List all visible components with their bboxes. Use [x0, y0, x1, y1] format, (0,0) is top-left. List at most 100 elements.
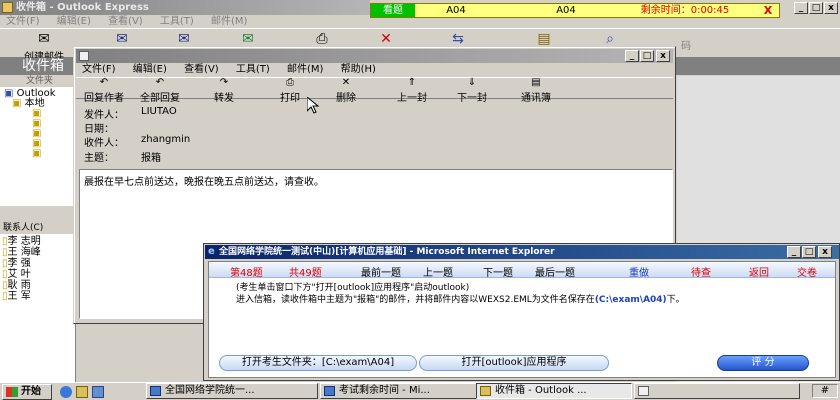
msg-menu-view[interactable]: 查看(V) [184, 64, 219, 75]
main-menu-file[interactable]: 文件(F) [6, 16, 40, 27]
taskbar-item-timer[interactable]: 考试剩余时间 - Mi... [320, 383, 492, 399]
question-number: 第48题 [230, 268, 263, 279]
reply-author-icon: ↶ [99, 77, 109, 88]
main-menu-view[interactable]: 查看(V) [108, 16, 143, 27]
main-maximize-button[interactable]: □ [809, 2, 823, 14]
open-outlook-button[interactable]: 打开[outlook]应用程序 [419, 355, 609, 371]
forward-msg-icon: ↷ [219, 77, 229, 88]
tree-subfolder[interactable]: ▣ [4, 149, 75, 159]
exam-code-2: A04 [556, 5, 576, 16]
msg-menu-message[interactable]: 邮件(M) [287, 64, 323, 75]
question-total: 共49题 [289, 268, 322, 279]
to-value: zhangmin [141, 134, 191, 145]
address-book-icon: ▤ [537, 31, 551, 47]
exam-status-badge: 看题 [371, 4, 415, 17]
next-msg-icon: ⇓ [467, 77, 477, 88]
find-icon: ⌕ [606, 31, 614, 47]
msg-menu-edit[interactable]: 编辑(E) [133, 64, 167, 75]
msg-menu-file[interactable]: 文件(F) [82, 64, 116, 75]
contact-item[interactable]: ▯耿 雨 [2, 280, 75, 291]
contact-item[interactable]: ▯艾 叶 [2, 269, 75, 280]
first-question-button[interactable]: 最前一题 [361, 264, 401, 279]
last-question-button[interactable]: 最后一题 [535, 264, 575, 279]
message-toolbar: ↶ 回复作者 ↶ 全部回复 ↷ 转发 ⎙ 打印 ✕ 删除 ⇑ 上一封 ⇓ 下一封 ▤ 通讯簿 [76, 77, 673, 104]
delete-icon: ✕ [380, 31, 392, 47]
pending-button[interactable]: 待查 [691, 264, 711, 279]
taskbar-item-message[interactable] [634, 383, 800, 399]
folder-pane: 文件夹 ▣ Outlook ▣ 本地 ▣ ▣ ▣ ▣ ▣ [0, 76, 76, 206]
main-close-button[interactable]: x [824, 2, 838, 14]
forward-icon: ✉ [242, 31, 254, 47]
msg-menu-tools[interactable]: 工具(T) [236, 64, 270, 75]
reply-all-icon: ✉ [178, 31, 190, 47]
open-exam-folder-button[interactable]: 打开考生文件夹：[C:\exam\A04] [219, 355, 417, 371]
exam-nav-bar: 第48题 共49题 最前一题 上一题 下一题 最后一题 重做 待查 返回 交卷 [209, 262, 835, 279]
exam-instructions: (考生单击窗口下方"打开[outlook]应用程序"启动outlook) 进入信… [236, 282, 796, 306]
exam-timer: 剩余时间：0:00:45 [640, 5, 730, 16]
back-button[interactable]: 返回 [749, 264, 769, 279]
submit-button[interactable]: 交卷 [797, 264, 817, 279]
instruction-line-1: (考生单击窗口下方"打开[outlook]应用程序"启动outlook) [236, 283, 470, 293]
message-maximize-button[interactable]: □ [640, 50, 654, 62]
message-header-pane: 发件人： LIUTAO 日期： 收件人： zhangmin 主题： 报箱 [77, 101, 673, 167]
quick-launch-desktop-icon[interactable] [92, 386, 104, 398]
redo-button[interactable]: 重做 [629, 264, 649, 279]
ie-task-icon [150, 386, 161, 396]
ie-icon: e [208, 246, 215, 257]
contact-item[interactable]: ▯王 海峰 [2, 247, 75, 258]
taskbar-item-inbox[interactable]: 收件箱 - Outlook ... [476, 383, 632, 399]
exam-window-title: 全国网络学院统一测试(中山)[计算机应用基础] - Microsoft Inte… [219, 247, 555, 257]
contact-item[interactable]: ▯李 强 [2, 258, 75, 269]
print-msg-icon: ⎙ [286, 77, 294, 88]
subject-label: 主题： [84, 153, 114, 164]
ie-task-icon [324, 386, 335, 396]
encoding-button[interactable]: 码 [672, 37, 700, 52]
mouse-cursor-icon [307, 97, 319, 114]
tray-label: # [820, 385, 830, 396]
start-button[interactable]: 开始 [2, 384, 52, 400]
message-close-button[interactable]: x [656, 50, 670, 62]
encoding-label: 码 [681, 41, 691, 52]
instruction-line-2: 进入信箱，读收件箱中主题为"报箱"的邮件，并将邮件内容以WEXS2.EML为文件… [236, 295, 685, 305]
outlook-app-icon [2, 2, 13, 13]
message-task-icon [638, 386, 649, 396]
message-minimize-button[interactable]: _ [625, 50, 639, 62]
quick-launch-ie-icon[interactable] [60, 386, 72, 398]
message-menu-bar: 文件(F) 编辑(E) 查看(V) 工具(T) 邮件(M) 帮助(H) [82, 63, 390, 76]
from-label: 发件人： [84, 110, 124, 121]
folder-pane-header: 文件夹 [0, 76, 75, 87]
main-minimize-button[interactable]: _ [794, 2, 808, 14]
printer-icon: ⎙ [316, 31, 328, 47]
taskbar-item-exam[interactable]: 全国网络学院统一... [146, 383, 318, 399]
contacts-header: 联系人(C) [0, 222, 75, 234]
contact-item[interactable]: ▯李 志明 [2, 236, 75, 247]
address-book-msg-icon: ▤ [531, 77, 541, 88]
main-window-title: 收件箱 - Outlook Express [16, 2, 149, 13]
next-question-button[interactable]: 下一题 [483, 264, 513, 279]
main-title-bar: 收件箱 - Outlook Express [0, 0, 370, 15]
exam-status-bar: 看题 A04 A04 剩余时间：0:00:45 X [370, 3, 780, 18]
exam-maximize-button[interactable]: □ [802, 246, 816, 258]
main-menu-edit[interactable]: 编辑(E) [57, 16, 91, 27]
reply-icon: ✉ [116, 31, 128, 47]
outlook-task-icon [480, 386, 491, 396]
main-menu-tools[interactable]: 工具(T) [160, 16, 194, 27]
score-button[interactable]: 评 分 [717, 355, 809, 371]
main-menu-message[interactable]: 邮件(M) [211, 16, 247, 27]
msg-menu-help[interactable]: 帮助(H) [341, 64, 376, 75]
create-mail-icon: ✉ [38, 31, 50, 47]
date-label: 日期： [84, 124, 114, 135]
exam-close-window-button[interactable]: x [818, 246, 832, 258]
contact-item[interactable]: ▯王 军 [2, 291, 75, 302]
exam-window: e 全国网络学院统一测试(中山)[计算机应用基础] - Microsoft In… [203, 243, 840, 381]
message-title-bar [76, 49, 673, 63]
folder-title: 收件箱 [22, 58, 64, 74]
save-path: (C:\exam\A04) [594, 295, 667, 305]
contacts-pane: 联系人(C) ▯李 志明 ▯王 海峰 ▯李 强 ▯艾 叶 ▯耿 雨 ▯王 军 [0, 222, 76, 382]
exam-minimize-button[interactable]: _ [787, 246, 801, 258]
exam-close-button[interactable]: X [757, 4, 779, 17]
main-menu-bar: 文件(F) 编辑(E) 查看(V) 工具(T) 邮件(M) [6, 15, 261, 28]
drafts-folder-icon: ▣ [32, 148, 42, 159]
prev-question-button[interactable]: 上一题 [423, 264, 453, 279]
quick-launch-outlook-icon[interactable] [76, 386, 88, 398]
